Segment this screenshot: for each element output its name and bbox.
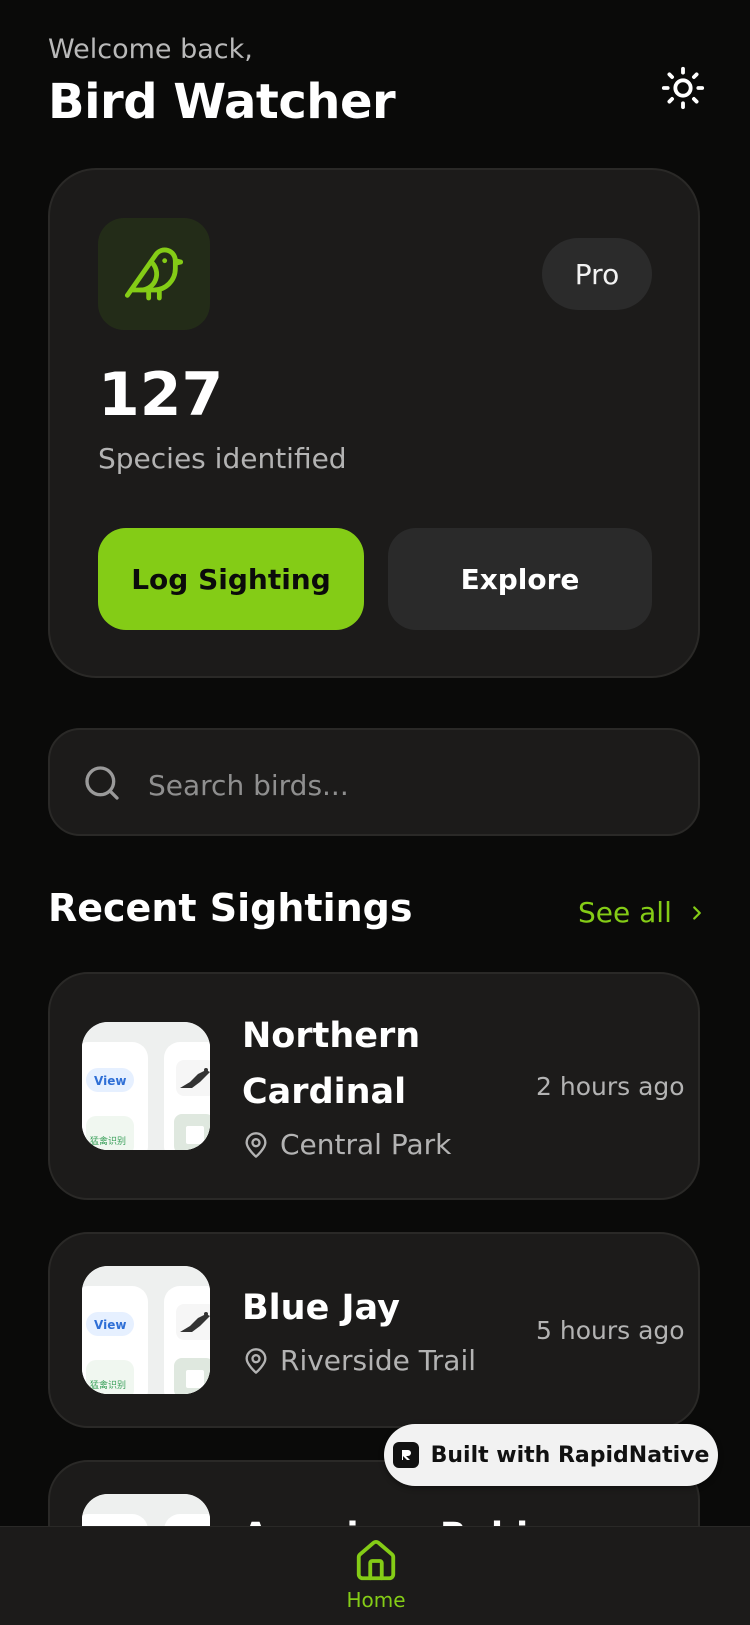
species-count-label: Species identified xyxy=(98,442,347,475)
bird-thumbnail: View 猛禽识别 xyxy=(82,1266,210,1394)
rapidnative-logo-icon xyxy=(392,1442,419,1468)
species-count: 127 xyxy=(98,360,224,430)
bird-logo-tile xyxy=(98,218,210,330)
sighting-time: 2 hours ago xyxy=(536,1072,685,1101)
bird-name-line: Cardinal xyxy=(242,1072,407,1112)
home-icon xyxy=(356,1539,396,1581)
sighting-location: Central Park xyxy=(242,1128,451,1161)
bird-thumbnail: View 猛禽识别 xyxy=(82,1022,210,1150)
tab-home-label: Home xyxy=(346,1588,406,1612)
built-with-badge[interactable]: Built with RapidNative xyxy=(384,1424,718,1486)
search-input[interactable] xyxy=(146,760,670,810)
bird-name: Blue Jay xyxy=(242,1288,400,1328)
sun-icon xyxy=(661,66,705,110)
map-pin-icon xyxy=(245,1347,267,1374)
svg-text:View: View xyxy=(94,1074,126,1088)
see-all-link[interactable]: See all xyxy=(578,896,708,929)
page-title: Bird Watcher xyxy=(48,74,396,130)
bird-name-line: Northern xyxy=(242,1016,421,1056)
sighting-location: Riverside Trail xyxy=(242,1344,476,1377)
pro-badge: Pro xyxy=(542,238,652,310)
svg-text:View: View xyxy=(94,1318,126,1332)
map-pin-icon xyxy=(245,1131,267,1158)
sighting-time: 5 hours ago xyxy=(536,1316,685,1345)
svg-text:猛禽识别: 猛禽识别 xyxy=(90,1379,126,1391)
search-icon xyxy=(85,766,119,800)
see-all-label: See all xyxy=(578,896,672,929)
svg-text:猛禽识别: 猛禽识别 xyxy=(90,1135,126,1147)
location-label: Central Park xyxy=(280,1128,452,1161)
theme-toggle-button[interactable] xyxy=(650,55,716,121)
chevron-right-icon xyxy=(692,905,701,920)
welcome-text: Welcome back, xyxy=(48,34,253,65)
bird-icon xyxy=(124,247,184,301)
recent-sightings-title: Recent Sightings xyxy=(48,886,413,930)
bird-name: Northern Cardinal xyxy=(242,1008,420,1120)
explore-button[interactable]: Explore xyxy=(388,528,652,630)
log-sighting-button[interactable]: Log Sighting xyxy=(98,528,364,630)
built-with-label: Built with RapidNative xyxy=(430,1442,710,1468)
location-label: Riverside Trail xyxy=(280,1344,477,1377)
tab-home[interactable]: Home xyxy=(330,1538,422,1612)
